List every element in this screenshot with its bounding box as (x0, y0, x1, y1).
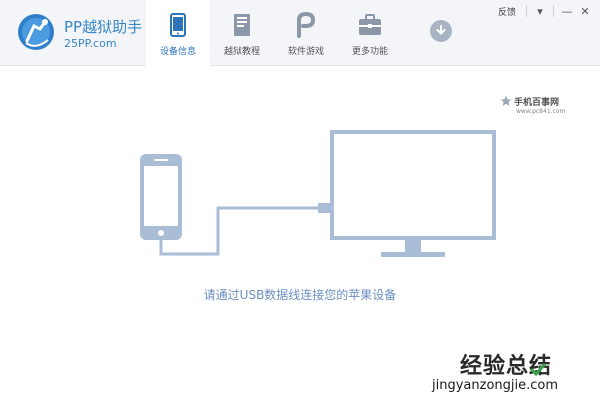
toolbox-icon (358, 12, 382, 38)
phone-icon (166, 12, 190, 38)
watermark-bottom: 经验总结 jingyanzongjie.com (432, 348, 600, 400)
tab-label: 设备信息 (159, 47, 196, 57)
tab-jailbreak-tutorial[interactable]: 越狱教程 (210, 0, 274, 66)
menu-dropdown-icon[interactable]: ▾ (531, 3, 549, 19)
app-window: PP越狱助手 25PP.com 设备信息 越狱教程 软件游戏 更多功能 反馈 ▾… (0, 0, 600, 400)
window-controls: 反馈 ▾ — ✕ (498, 2, 594, 20)
pp-logo-icon (294, 12, 318, 38)
tab-more-features[interactable]: 更多功能 (338, 0, 402, 66)
watermark-bottom-url: jingyanzongjie.com (432, 378, 559, 393)
pp-brand-logo-icon (18, 14, 54, 50)
tab-label: 更多功能 (351, 47, 388, 57)
tab-device-info[interactable]: 设备信息 (146, 0, 210, 66)
tab-software-games[interactable]: 软件游戏 (274, 0, 338, 66)
book-icon (230, 12, 254, 38)
main-tabs: 设备信息 越狱教程 软件游戏 更多功能 (146, 0, 402, 66)
download-icon[interactable] (430, 20, 452, 42)
monitor-illustration (330, 130, 496, 257)
top-bar: PP越狱助手 25PP.com 设备信息 越狱教程 软件游戏 更多功能 反馈 ▾… (0, 0, 600, 66)
brand-subtitle: 25PP.com (64, 37, 117, 50)
check-icon (530, 363, 546, 377)
usb-cable-illustration (159, 203, 332, 256)
minimize-button[interactable]: — (558, 3, 576, 19)
brand: PP越狱助手 25PP.com (14, 10, 144, 54)
close-button[interactable]: ✕ (576, 3, 594, 19)
divider (553, 5, 554, 17)
divider (526, 5, 527, 17)
tab-label: 越狱教程 (223, 47, 260, 57)
connect-instruction: 请通过USB数据线连接您的苹果设备 (203, 288, 397, 302)
feedback-link[interactable]: 反馈 (498, 5, 516, 18)
brand-title: PP越狱助手 (64, 18, 143, 36)
tab-label: 软件游戏 (287, 47, 324, 57)
phone-illustration (140, 154, 182, 240)
